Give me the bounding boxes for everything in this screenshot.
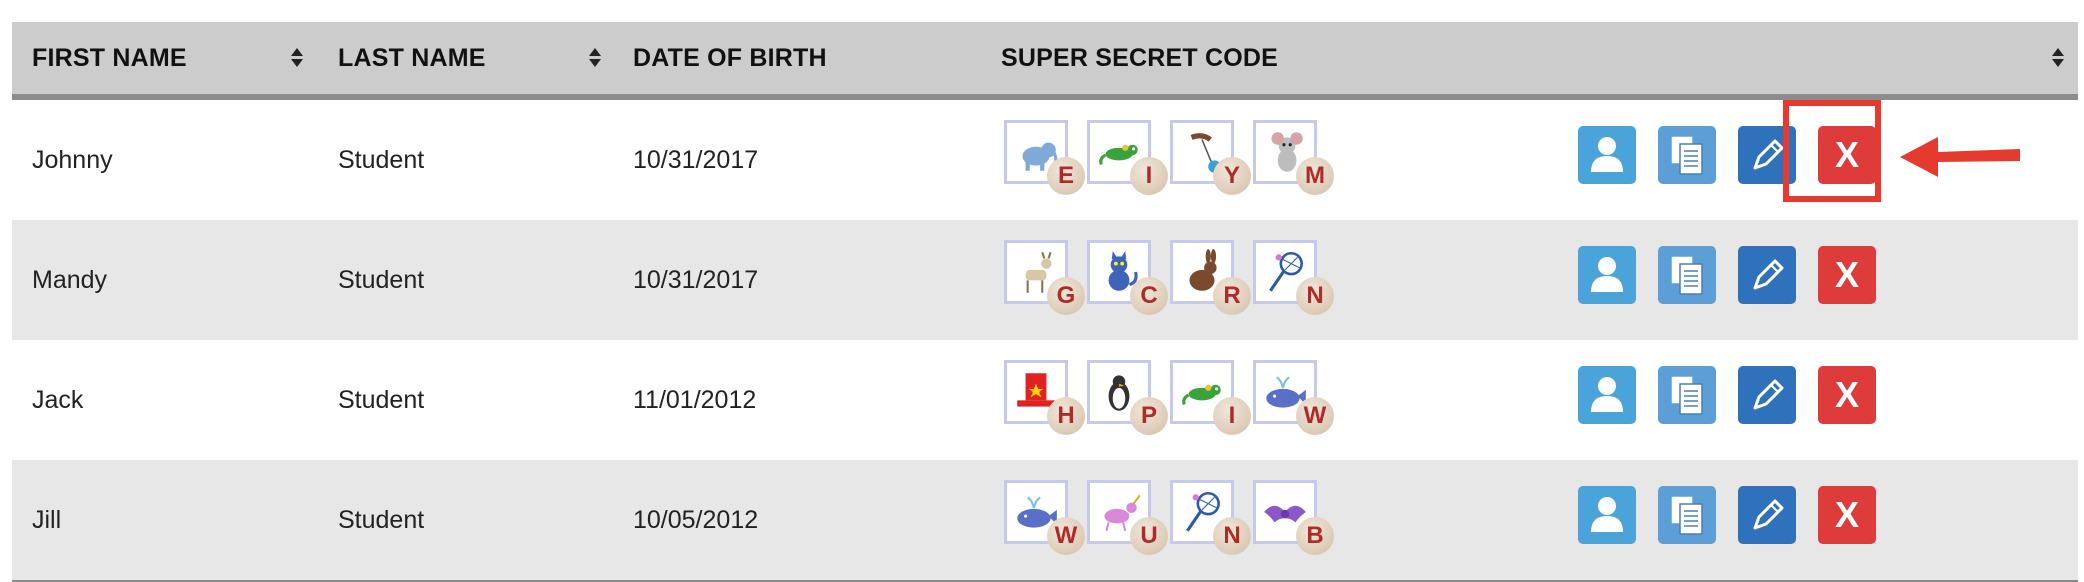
secret-code-letter: H xyxy=(1047,397,1085,435)
secret-code-letter: B xyxy=(1296,517,1334,555)
delete-icon: X xyxy=(1834,494,1859,535)
secret-code-tile: B xyxy=(1253,480,1334,555)
secret-code-letter: N xyxy=(1296,277,1334,315)
view-profile-button[interactable] xyxy=(1578,126,1636,184)
header-first-name[interactable]: FIRST NAME xyxy=(32,22,187,94)
secret-code-letter: N xyxy=(1213,517,1251,555)
pencil-icon xyxy=(1753,379,1784,410)
secret-code-letter: G xyxy=(1047,277,1085,315)
secret-code-tile: E xyxy=(1004,120,1085,195)
secret-code-tile: W xyxy=(1004,480,1085,555)
delete-icon: X xyxy=(1834,374,1859,415)
secret-code-letter: I xyxy=(1213,397,1251,435)
last-name-cell: Student xyxy=(338,386,425,414)
secret-code-tile: N xyxy=(1253,240,1334,315)
students-table: FIRST NAME LAST NAME DATE OF BIRTH SUPER… xyxy=(12,22,2078,582)
secret-code-tile: P xyxy=(1087,360,1168,435)
edit-button[interactable] xyxy=(1738,486,1796,544)
table-row: Jill Student 10/05/2012 W U N B X xyxy=(12,460,2078,580)
delete-icon: X xyxy=(1834,254,1859,295)
secret-code-letter: E xyxy=(1047,157,1085,195)
pencil-icon xyxy=(1753,259,1784,290)
copy-button[interactable] xyxy=(1658,486,1716,544)
table-row: Mandy Student 10/31/2017 G C R N X xyxy=(12,220,2078,340)
secret-code-letter: Y xyxy=(1213,157,1251,195)
secret-code-letter: W xyxy=(1047,517,1085,555)
last-name-cell: Student xyxy=(338,146,425,174)
secret-code-tile: G xyxy=(1004,240,1085,315)
copy-icon xyxy=(1670,135,1703,175)
delete-button-highlight xyxy=(1783,100,1881,202)
delete-button[interactable]: X xyxy=(1818,366,1876,424)
table-row: Johnny Student 10/31/2017 E I Y M X xyxy=(12,100,2078,220)
first-name-cell: Johnny xyxy=(32,146,113,174)
table-header: FIRST NAME LAST NAME DATE OF BIRTH SUPER… xyxy=(12,22,2078,100)
last-name-cell: Student xyxy=(338,266,425,294)
person-icon xyxy=(1591,257,1623,292)
secret-code-tile: I xyxy=(1087,120,1168,195)
secret-code-tile: M xyxy=(1253,120,1334,195)
secret-code-letter: R xyxy=(1213,277,1251,315)
table-row: Jack Student 11/01/2012 H P I W X xyxy=(12,340,2078,460)
secret-code-tile: W xyxy=(1253,360,1334,435)
delete-button[interactable]: X xyxy=(1818,246,1876,304)
person-icon xyxy=(1591,377,1623,412)
secret-code-letter: W xyxy=(1296,397,1334,435)
view-profile-button[interactable] xyxy=(1578,366,1636,424)
secret-code-letter: P xyxy=(1130,397,1168,435)
view-profile-button[interactable] xyxy=(1578,486,1636,544)
secret-code-tile: U xyxy=(1087,480,1168,555)
secret-code-tile: C xyxy=(1087,240,1168,315)
sort-last-name-icon[interactable] xyxy=(589,48,601,68)
secret-code-tile: N xyxy=(1170,480,1251,555)
secret-code-tile: Y xyxy=(1170,120,1251,195)
pencil-icon xyxy=(1753,499,1784,530)
secret-code-tile: H xyxy=(1004,360,1085,435)
sort-icon[interactable] xyxy=(2052,48,2064,68)
secret-code-letter: I xyxy=(1130,157,1168,195)
copy-icon xyxy=(1670,495,1703,535)
secret-code-letter: U xyxy=(1130,517,1168,555)
secret-code-letter: C xyxy=(1130,277,1168,315)
copy-button[interactable] xyxy=(1658,246,1716,304)
sort-first-name-icon[interactable] xyxy=(291,48,303,68)
copy-button[interactable] xyxy=(1658,126,1716,184)
secret-code-tile: I xyxy=(1170,360,1251,435)
view-profile-button[interactable] xyxy=(1578,246,1636,304)
first-name-cell: Mandy xyxy=(32,266,108,294)
date-of-birth-cell: 10/31/2017 xyxy=(633,266,759,294)
copy-icon xyxy=(1670,255,1703,295)
date-of-birth-cell: 10/05/2012 xyxy=(633,506,759,534)
secret-code-tile: R xyxy=(1170,240,1251,315)
header-last-name[interactable]: LAST NAME xyxy=(338,22,486,94)
delete-button[interactable]: X xyxy=(1818,486,1876,544)
date-of-birth-cell: 11/01/2012 xyxy=(633,386,757,414)
edit-button[interactable] xyxy=(1738,246,1796,304)
copy-button[interactable] xyxy=(1658,366,1716,424)
date-of-birth-cell: 10/31/2017 xyxy=(633,146,759,174)
last-name-cell: Student xyxy=(338,506,425,534)
edit-button[interactable] xyxy=(1738,366,1796,424)
person-icon xyxy=(1591,497,1623,532)
copy-icon xyxy=(1670,375,1703,415)
first-name-cell: Jack xyxy=(32,386,84,414)
header-date-of-birth: DATE OF BIRTH xyxy=(633,44,827,72)
secret-code-letter: M xyxy=(1296,157,1334,195)
pointer-arrow-icon xyxy=(1900,137,2020,177)
first-name-cell: Jill xyxy=(32,506,62,534)
header-secret-code: SUPER SECRET CODE xyxy=(1001,44,1279,72)
person-icon xyxy=(1591,137,1623,172)
